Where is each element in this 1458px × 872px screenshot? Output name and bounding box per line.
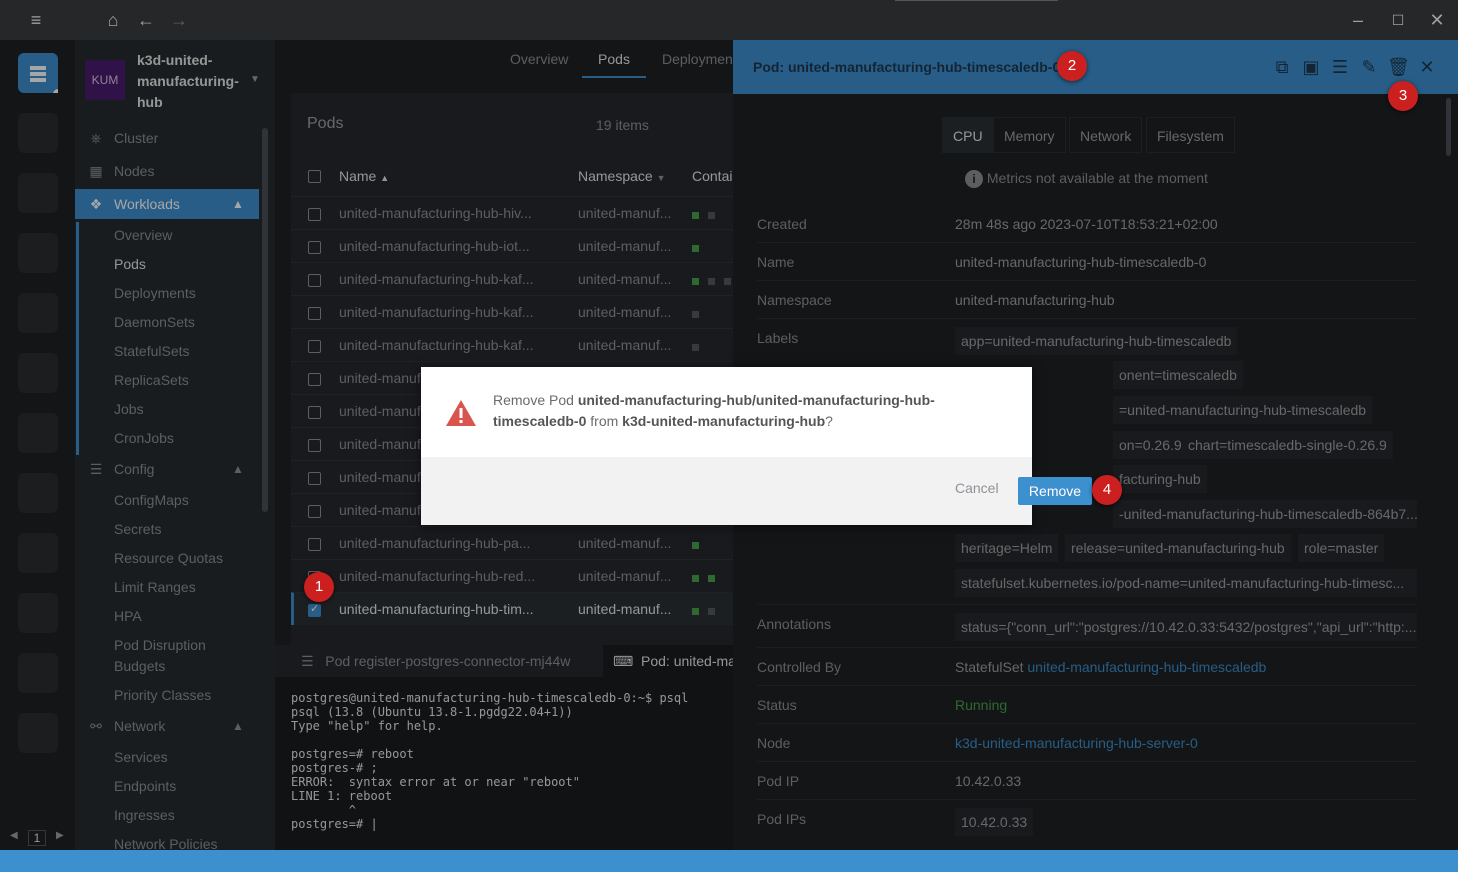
dialog-footer — [421, 457, 1032, 525]
minimize-icon[interactable]: – — [1348, 10, 1368, 30]
arrow-right-icon[interactable]: → — [169, 10, 189, 30]
maximize-icon[interactable]: ☐ — [1388, 10, 1408, 30]
step-marker-1: 1 — [304, 572, 334, 602]
step-marker-2: 2 — [1057, 51, 1087, 81]
tab-indicator — [895, 0, 1058, 1]
arrow-left-icon[interactable]: ← — [136, 10, 156, 30]
home-icon[interactable]: ⌂ — [103, 10, 123, 30]
confirm-dialog: Remove Pod united-manufacturing-hub/unit… — [421, 367, 1092, 525]
title-bar: ≡ ⌂ ← → – ☐ ✕ — [0, 0, 1458, 40]
step-marker-4: 4 — [1092, 475, 1122, 505]
dialog-body: Remove Pod united-manufacturing-hub/unit… — [421, 367, 1032, 457]
warning-icon — [446, 400, 476, 426]
step-marker-3: 3 — [1388, 81, 1418, 111]
cancel-button[interactable]: Cancel — [955, 480, 999, 496]
close-window-icon[interactable]: ✕ — [1427, 10, 1447, 30]
menu-icon[interactable]: ≡ — [26, 10, 46, 30]
status-bar — [0, 850, 1458, 872]
dialog-message: Remove Pod united-manufacturing-hub/unit… — [493, 392, 935, 429]
remove-button[interactable]: Remove — [1018, 477, 1092, 505]
